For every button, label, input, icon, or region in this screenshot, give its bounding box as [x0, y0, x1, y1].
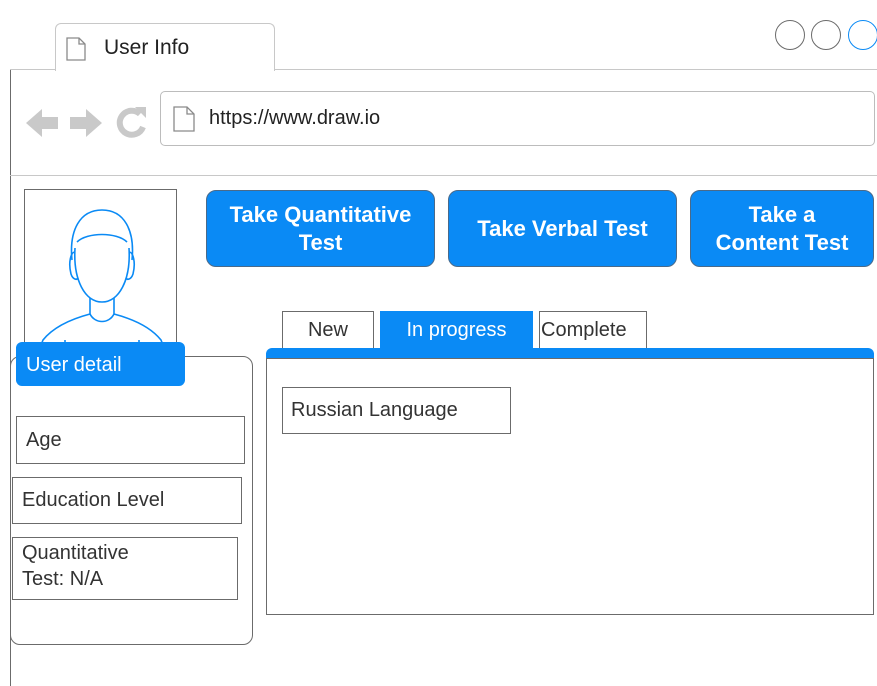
avatar — [24, 189, 177, 354]
browser-tab[interactable]: User Info — [55, 23, 275, 71]
take-quantitative-test-button[interactable]: Take Quantitative Test — [206, 190, 435, 267]
education-level-field[interactable]: Education Level — [12, 477, 242, 524]
take-content-test-button[interactable]: Take a Content Test — [690, 190, 874, 267]
user-detail-header: User detail — [16, 342, 185, 386]
quantitative-test-field[interactable]: Quantitative Test: N/A — [12, 537, 238, 600]
window-close-button[interactable] — [848, 20, 877, 50]
page-icon — [173, 106, 195, 137]
url-text: https://www.draw.io — [209, 107, 381, 129]
list-item[interactable]: Russian Language — [282, 387, 511, 434]
take-verbal-test-button[interactable]: Take Verbal Test — [448, 190, 677, 267]
forward-arrow-icon[interactable] — [68, 106, 104, 145]
tab-title: User Info — [104, 36, 190, 59]
window-minimize-button[interactable] — [775, 20, 805, 50]
age-field[interactable]: Age — [16, 416, 245, 464]
reload-icon[interactable] — [114, 105, 150, 146]
user-icon — [36, 209, 168, 353]
back-arrow-icon[interactable] — [24, 106, 60, 145]
url-input[interactable]: https://www.draw.io — [160, 91, 875, 146]
page-icon — [66, 37, 86, 66]
tab-new[interactable]: New — [282, 311, 374, 350]
tab-complete[interactable]: Complete — [539, 311, 647, 350]
tab-in-progress[interactable]: In progress — [380, 311, 533, 350]
window-maximize-button[interactable] — [811, 20, 841, 50]
